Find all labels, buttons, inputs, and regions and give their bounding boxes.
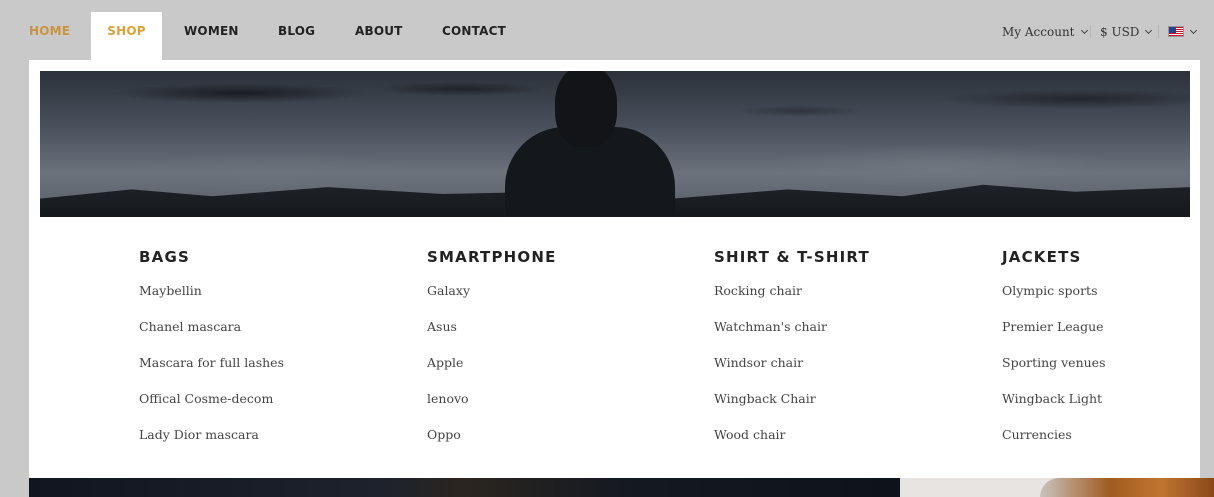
chevron-down-icon <box>1080 26 1088 35</box>
menu-link[interactable]: Asus <box>427 319 687 335</box>
nav-about[interactable]: ABOUT <box>355 12 403 60</box>
menu-link[interactable]: Chanel mascara <box>139 319 399 335</box>
menu-link[interactable]: Wingback Light <box>1002 391 1214 407</box>
chevron-down-icon <box>1189 26 1198 35</box>
hero-slider-image[interactable] <box>29 478 900 497</box>
menu-link[interactable]: Mascara for full lashes <box>139 355 399 371</box>
menu-link[interactable]: Currencies <box>1002 427 1214 443</box>
menu-link[interactable]: Wood chair <box>714 427 974 443</box>
menu-link[interactable]: Wingback Chair <box>714 391 974 407</box>
menu-column-shirt: SHIRT & T-SHIRT Rocking chair Watchman's… <box>714 248 974 463</box>
menu-link[interactable]: Galaxy <box>427 283 687 299</box>
menu-link[interactable]: Watchman's chair <box>714 319 974 335</box>
menu-column-jackets: JACKETS Olympic sports Premier League Sp… <box>1002 248 1214 463</box>
menu-column-smartphone: SMARTPHONE Galaxy Asus Apple lenovo Oppo <box>427 248 687 463</box>
chevron-down-icon <box>1145 26 1153 35</box>
menu-link[interactable]: Sporting venues <box>1002 355 1214 371</box>
my-account-label: My Account <box>1002 25 1075 39</box>
menu-link[interactable]: Windsor chair <box>714 355 974 371</box>
nav-home[interactable]: HOME <box>29 12 70 60</box>
column-title: SHIRT & T-SHIRT <box>714 248 870 266</box>
menu-link[interactable]: Offical Cosme-decom <box>139 391 399 407</box>
shop-mega-menu: BAGS Maybellin Chanel mascara Mascara fo… <box>29 60 1200 478</box>
menu-link[interactable]: Maybellin <box>139 283 399 299</box>
my-account-dropdown[interactable]: My Account <box>1002 24 1088 40</box>
column-title: BAGS <box>139 248 190 266</box>
nav-women[interactable]: WOMEN <box>184 12 239 60</box>
mega-menu-banner-image[interactable] <box>40 71 1190 217</box>
shoe-image <box>1040 478 1214 497</box>
product-banner-image[interactable] <box>900 478 1214 497</box>
menu-link[interactable]: Apple <box>427 355 687 371</box>
currency-dropdown[interactable]: $ USD <box>1100 24 1153 40</box>
person-head <box>555 71 617 147</box>
nav-shop[interactable]: SHOP <box>91 12 162 60</box>
divider <box>1090 25 1091 38</box>
main-navigation: HOME SHOP WOMEN BLOG ABOUT CONTACT My Ac… <box>0 0 1214 60</box>
nav-contact[interactable]: CONTACT <box>442 12 506 60</box>
column-title: SMARTPHONE <box>427 248 557 266</box>
nav-blog[interactable]: BLOG <box>278 12 315 60</box>
currency-label: $ USD <box>1100 25 1140 39</box>
menu-link[interactable]: lenovo <box>427 391 687 407</box>
menu-link[interactable]: Lady Dior mascara <box>139 427 399 443</box>
menu-link[interactable]: Olympic sports <box>1002 283 1214 299</box>
divider <box>1158 25 1159 38</box>
column-title: JACKETS <box>1002 248 1082 266</box>
language-dropdown[interactable] <box>1168 24 1198 40</box>
banner-person-silhouette <box>505 71 675 217</box>
us-flag-icon <box>1168 26 1184 37</box>
menu-column-bags: BAGS Maybellin Chanel mascara Mascara fo… <box>139 248 399 463</box>
menu-link[interactable]: Premier League <box>1002 319 1214 335</box>
menu-link[interactable]: Rocking chair <box>714 283 974 299</box>
menu-link[interactable]: Oppo <box>427 427 687 443</box>
